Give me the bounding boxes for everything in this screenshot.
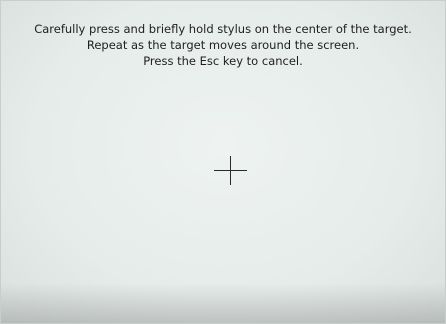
instruction-line-1: Carefully press and briefly hold stylus … xyxy=(34,22,412,36)
calibration-screen[interactable]: Carefully press and briefly hold stylus … xyxy=(0,0,446,324)
calibration-instructions: Carefully press and briefly hold stylus … xyxy=(1,21,445,69)
crosshair-icon[interactable] xyxy=(214,156,247,185)
crosshair-vertical-line xyxy=(230,156,231,185)
instruction-line-3: Press the Esc key to cancel. xyxy=(143,54,303,68)
instruction-line-2: Repeat as the target moves around the sc… xyxy=(86,38,360,52)
